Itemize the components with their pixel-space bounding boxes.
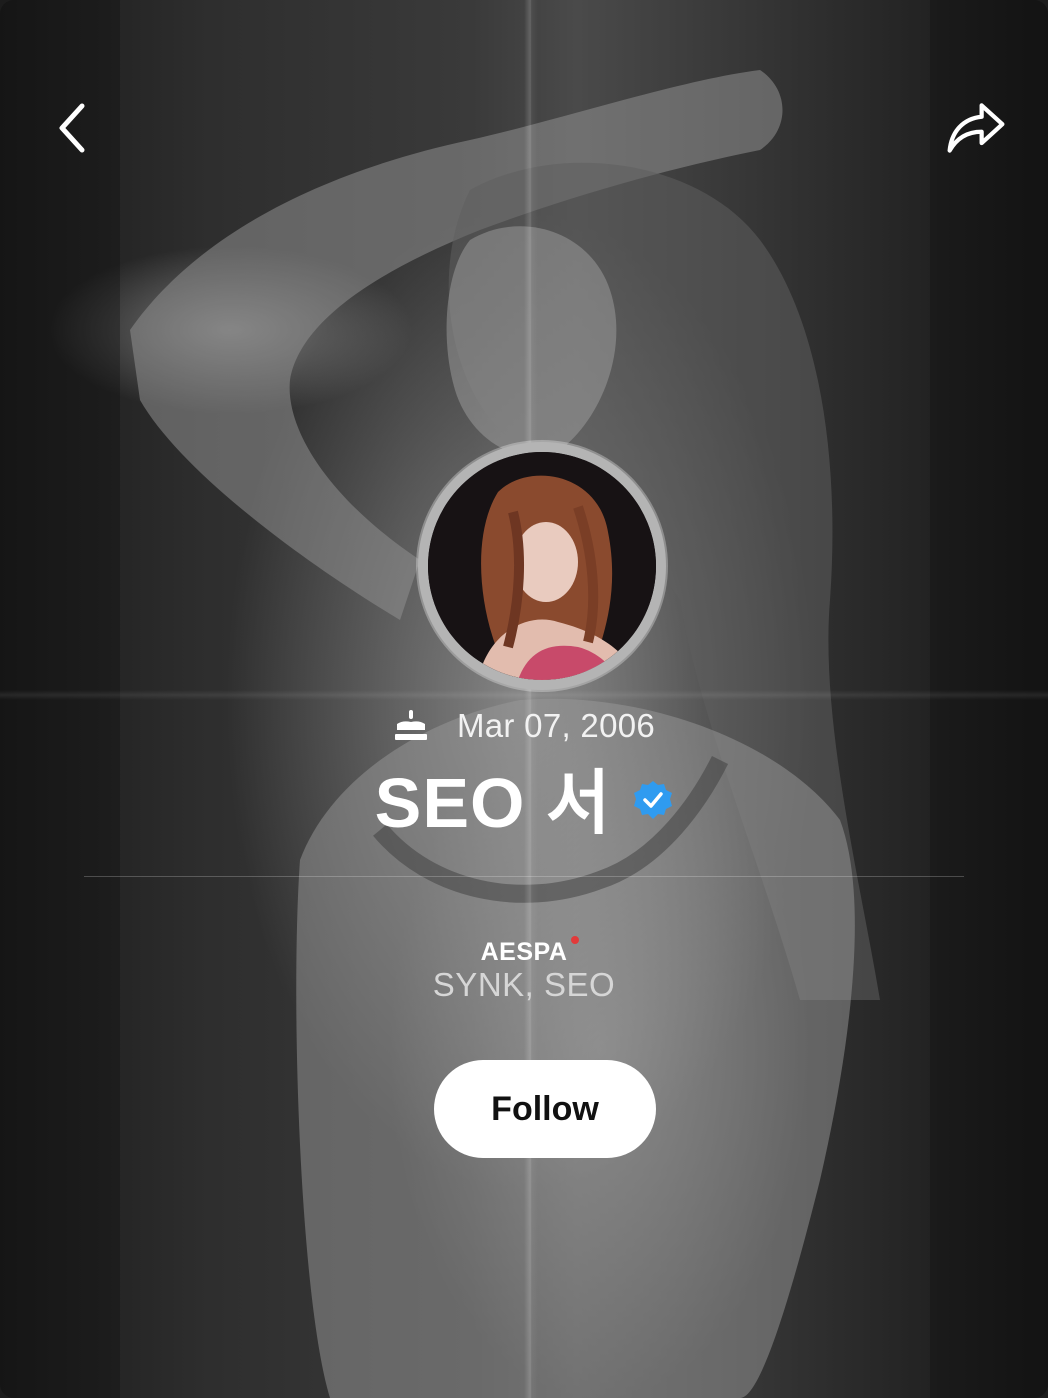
group-name[interactable]: AESPA xyxy=(480,936,580,966)
share-arrow-icon xyxy=(947,103,1005,153)
name-row: SEO 서 xyxy=(0,752,1048,842)
paper-fold-horizontal xyxy=(0,690,1048,700)
birthday-date: Mar 07, 2006 xyxy=(456,707,656,744)
avatar-ring xyxy=(418,442,666,690)
share-button[interactable] xyxy=(944,96,1008,160)
back-button[interactable] xyxy=(40,96,104,160)
avatar[interactable] xyxy=(428,452,656,680)
group-row: AESPA xyxy=(0,936,1048,967)
birthday-row: Mar 07, 2006 xyxy=(0,700,1048,752)
profile-screen: Mar 07, 2006 SEO 서 AESPA SYNK, SEO Follo… xyxy=(0,0,1048,1398)
members-text: SYNK, SEO xyxy=(432,966,616,1003)
divider xyxy=(84,876,964,877)
follow-button[interactable]: Follow xyxy=(434,1060,656,1158)
avatar-photo xyxy=(428,452,656,680)
profile-name: SEO 서 xyxy=(374,763,612,842)
group-accent-dot xyxy=(571,936,580,944)
group-label: AESPA xyxy=(480,938,568,966)
cake-icon xyxy=(394,710,427,740)
verified-badge-icon xyxy=(634,781,673,819)
chevron-left-icon xyxy=(59,103,85,153)
